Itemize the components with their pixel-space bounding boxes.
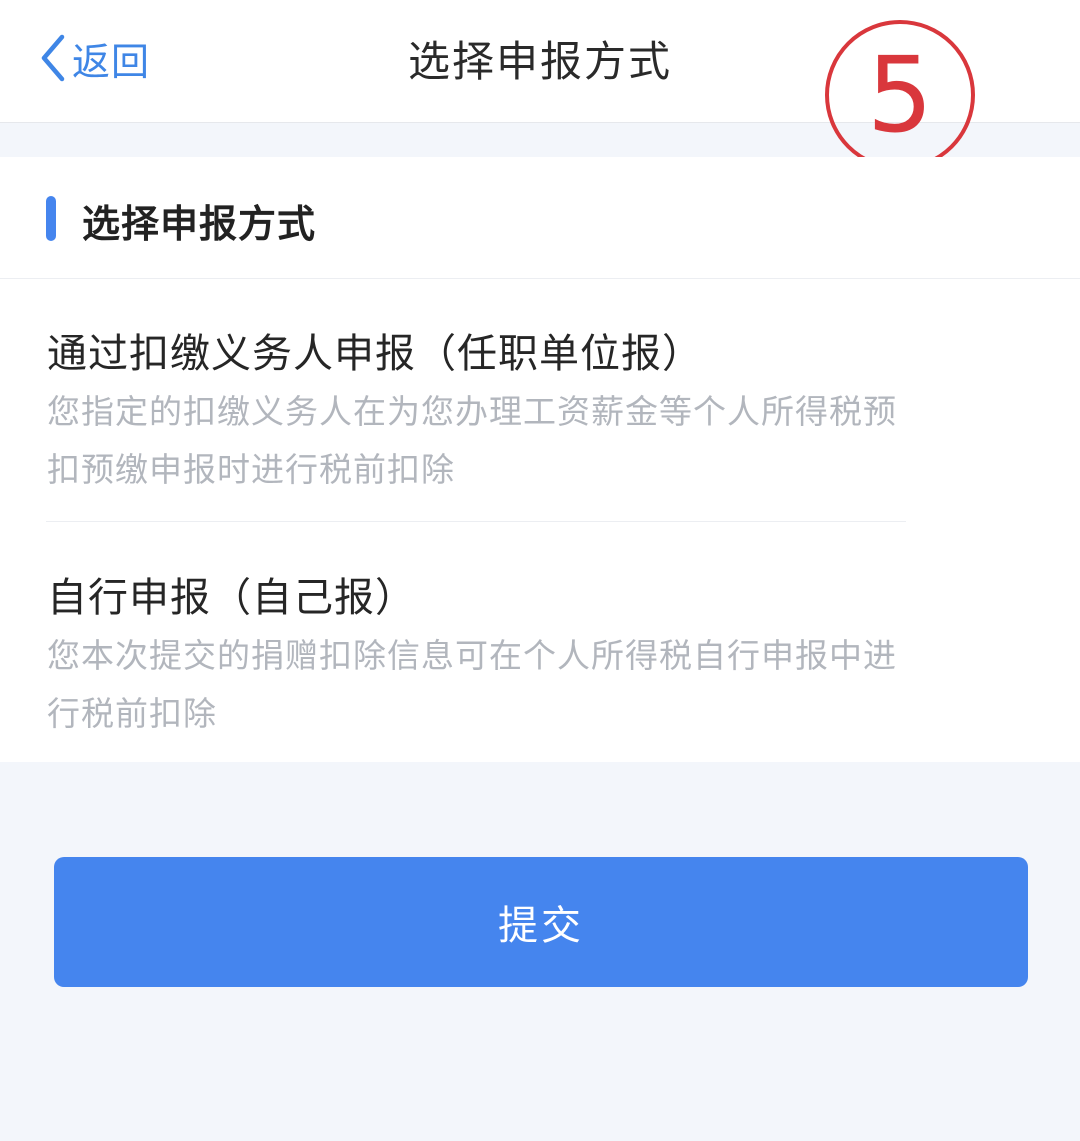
section-accent-bar xyxy=(46,196,56,241)
option-withholding-agent[interactable]: 通过扣缴义务人申报（任职单位报） 您指定的扣缴义务人在为您办理工资薪金等个人所得… xyxy=(0,279,1080,521)
option-title: 通过扣缴义务人申报（任职单位报） xyxy=(47,331,703,377)
section-title: 选择申报方式 xyxy=(82,202,317,246)
option-description: 您本次提交的捐赠扣除信息可在个人所得税自行申报中进行税前扣除 xyxy=(47,636,897,733)
submit-button[interactable]: 提交 xyxy=(54,857,1028,987)
option-divider xyxy=(46,521,906,522)
option-description: 您指定的扣缴义务人在为您办理工资薪金等个人所得税预扣预缴申报时进行税前扣除 xyxy=(47,392,897,489)
step-number-mark: 5 xyxy=(825,20,975,170)
section-header: 选择申报方式 xyxy=(0,157,1080,279)
option-title: 自行申报（自己报） xyxy=(47,575,416,621)
option-self-declaration[interactable]: 自行申报（自己报） 您本次提交的捐赠扣除信息可在个人所得税自行申报中进行税前扣除 xyxy=(0,523,1080,762)
declaration-method-card: 选择申报方式 通过扣缴义务人申报（任职单位报） 您指定的扣缴义务人在为您办理工资… xyxy=(0,157,1080,762)
